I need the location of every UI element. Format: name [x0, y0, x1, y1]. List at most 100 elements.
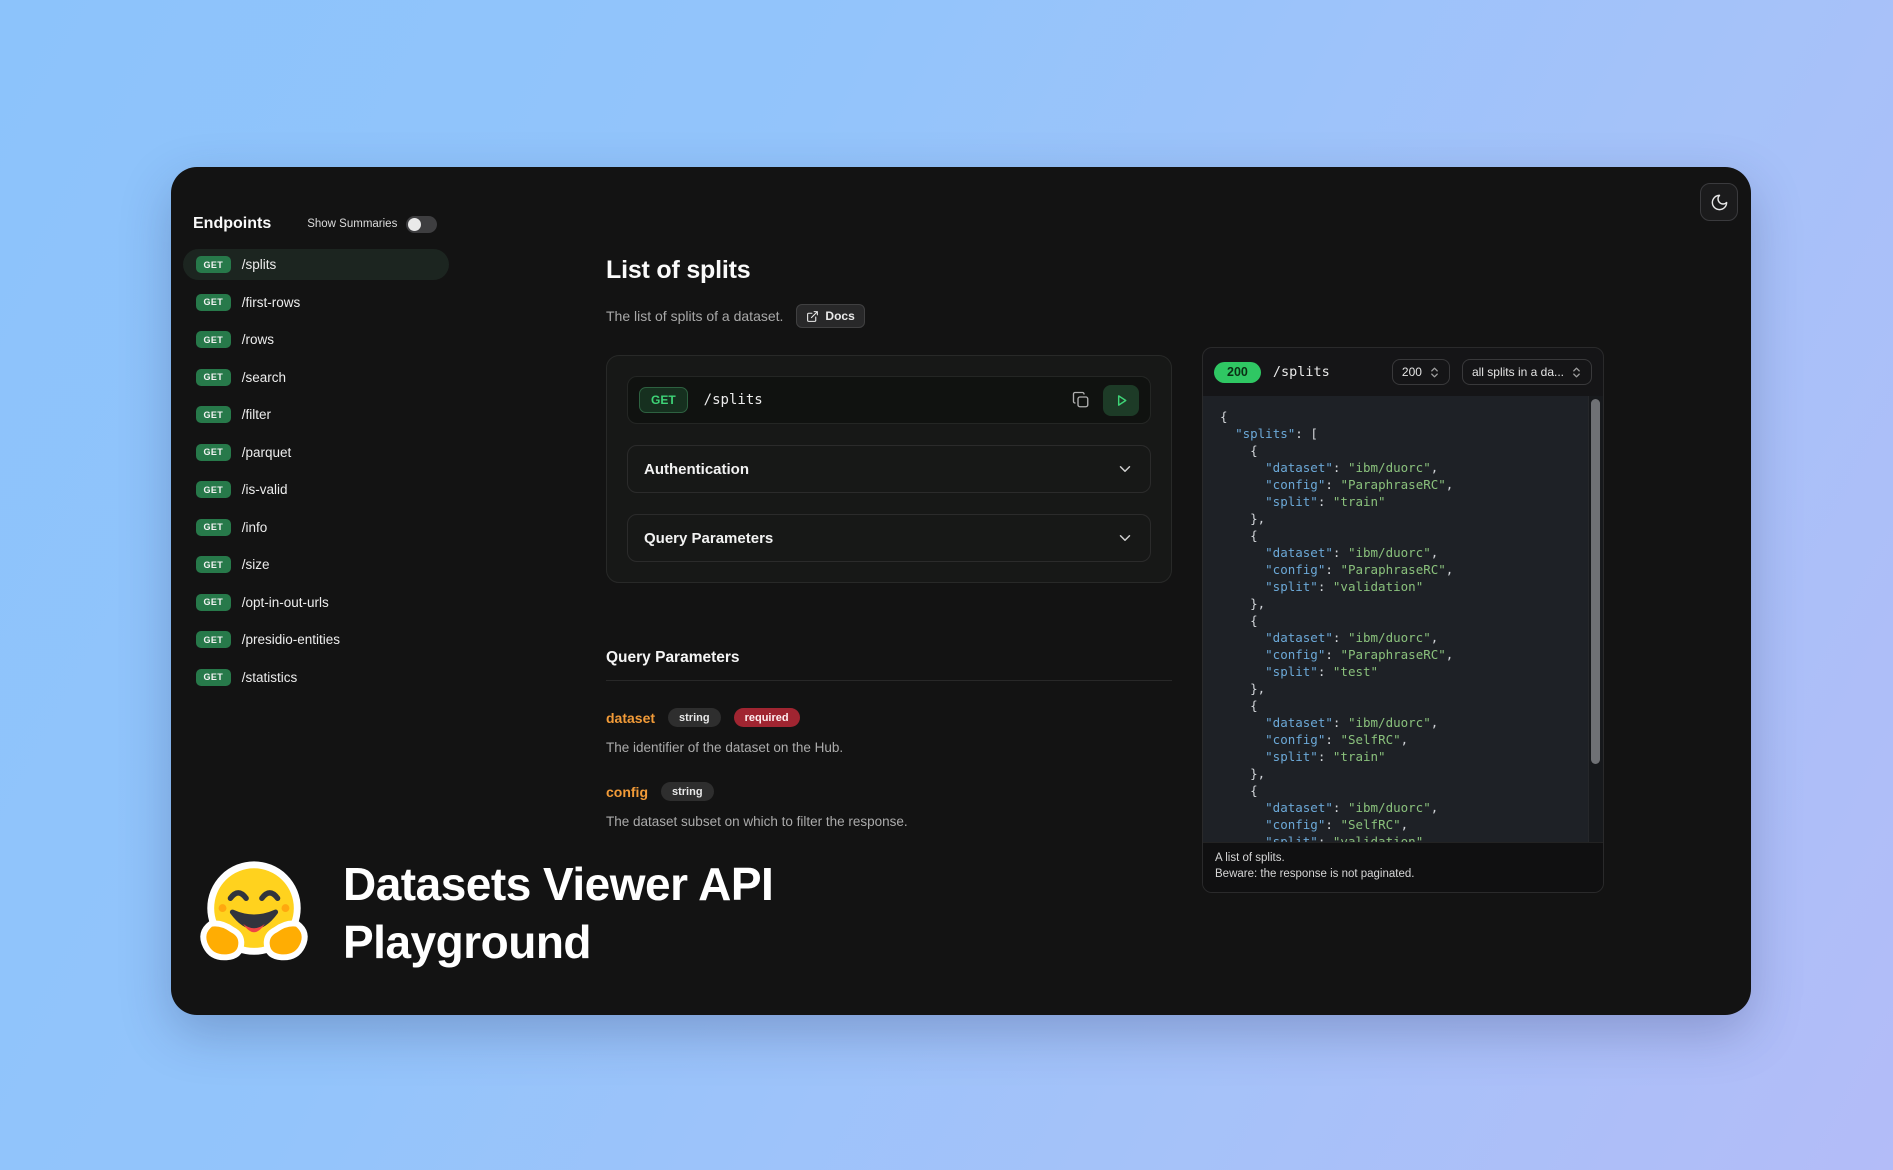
- scrollbar-track[interactable]: [1588, 396, 1603, 842]
- request-panel: GET /splits Authentication: [606, 355, 1172, 583]
- param-type-badge: string: [661, 782, 714, 801]
- sidebar-item-size[interactable]: GET/size: [183, 549, 449, 580]
- updown-chevrons-icon: [1429, 366, 1440, 379]
- play-icon: [1113, 392, 1130, 409]
- sidebar-title: Endpoints: [193, 215, 271, 233]
- json-line: "config": "SelfRC",: [1220, 816, 1577, 833]
- json-line: "splits": [: [1220, 425, 1577, 442]
- chevron-down-icon: [1116, 460, 1134, 478]
- hugging-face-logo: [195, 855, 313, 973]
- sidebar-item-info[interactable]: GET/info: [183, 512, 449, 543]
- status-code-select-value: 200: [1402, 365, 1422, 379]
- json-line: "split": "train": [1220, 493, 1577, 510]
- json-line: "dataset": "ibm/duorc",: [1220, 629, 1577, 646]
- response-body: { "splits": [ { "dataset": "ibm/duorc", …: [1203, 396, 1603, 842]
- endpoint-path: /rows: [242, 332, 274, 347]
- json-line: "split": "test": [1220, 663, 1577, 680]
- method-badge: GET: [196, 631, 231, 648]
- json-line: "dataset": "ibm/duorc",: [1220, 544, 1577, 561]
- response-header: 200 /splits 200 all splits in a da...: [1203, 348, 1603, 396]
- json-line: },: [1220, 595, 1577, 612]
- json-line: {: [1220, 612, 1577, 629]
- param-description: The dataset subset on which to filter th…: [606, 814, 1172, 829]
- json-line: },: [1220, 510, 1577, 527]
- method-badge: GET: [196, 331, 231, 348]
- brand-footer: Datasets Viewer API Playground: [195, 855, 773, 973]
- sidebar-item-search[interactable]: GET/search: [183, 362, 449, 393]
- theme-toggle-button[interactable]: [1700, 183, 1738, 221]
- endpoint-path: /size: [242, 557, 270, 572]
- param-row: config string: [606, 782, 1172, 801]
- param-name: dataset: [606, 710, 655, 726]
- toggle-knob: [408, 218, 421, 231]
- param-list: datasetstringrequiredThe identifier of t…: [606, 708, 1172, 829]
- response-path: /splits: [1273, 364, 1330, 380]
- json-line: {: [1220, 782, 1577, 799]
- status-badge: 200: [1214, 362, 1261, 383]
- json-line: {: [1220, 697, 1577, 714]
- page-title: List of splits: [606, 256, 1172, 285]
- json-line: "dataset": "ibm/duorc",: [1220, 799, 1577, 816]
- divider: [606, 680, 1172, 681]
- response-footer: A list of splits. Beware: the response i…: [1203, 842, 1603, 892]
- sidebar-item-filter[interactable]: GET/filter: [183, 399, 449, 430]
- method-badge: GET: [196, 519, 231, 536]
- scrollbar-thumb[interactable]: [1591, 399, 1600, 764]
- endpoint-path: /statistics: [242, 670, 298, 685]
- description-row: The list of splits of a dataset. Docs: [606, 304, 1172, 328]
- response-json: { "splits": [ { "dataset": "ibm/duorc", …: [1220, 408, 1577, 842]
- example-select[interactable]: all splits in a da...: [1462, 359, 1592, 385]
- json-line: "config": "ParaphraseRC",: [1220, 561, 1577, 578]
- json-line: "split": "train": [1220, 748, 1577, 765]
- json-line: "dataset": "ibm/duorc",: [1220, 459, 1577, 476]
- authentication-accordion[interactable]: Authentication: [627, 445, 1151, 493]
- sidebar-item-first-rows[interactable]: GET/first-rows: [183, 287, 449, 318]
- sidebar-item-splits[interactable]: GET/splits: [183, 249, 449, 280]
- show-summaries-toggle[interactable]: [406, 216, 437, 233]
- method-badge: GET: [196, 594, 231, 611]
- docs-button-label: Docs: [825, 309, 854, 323]
- method-badge: GET: [196, 256, 231, 273]
- json-line: "split": "validation": [1220, 833, 1577, 842]
- app-title: Datasets Viewer API Playground: [343, 856, 773, 972]
- sidebar-item-is-valid[interactable]: GET/is-valid: [183, 474, 449, 505]
- endpoint-path: /presidio-entities: [242, 632, 340, 647]
- external-link-icon: [806, 310, 819, 323]
- endpoint-path: /opt-in-out-urls: [242, 595, 329, 610]
- sidebar-item-parquet[interactable]: GET/parquet: [183, 437, 449, 468]
- json-line: "dataset": "ibm/duorc",: [1220, 714, 1577, 731]
- json-line: {: [1220, 442, 1577, 459]
- endpoint-path: /search: [242, 370, 286, 385]
- sidebar-item-statistics[interactable]: GET/statistics: [183, 662, 449, 693]
- endpoints-sidebar: Endpoints Show Summaries GET/splitsGET/f…: [183, 215, 463, 699]
- main-content: List of splits The list of splits of a d…: [606, 256, 1172, 829]
- copy-button[interactable]: [1065, 385, 1097, 415]
- app-title-line1: Datasets Viewer API: [343, 856, 773, 914]
- param-type-badge: string: [668, 708, 721, 727]
- param-name: config: [606, 784, 648, 800]
- query-parameters-accordion[interactable]: Query Parameters: [627, 514, 1151, 562]
- example-select-value: all splits in a da...: [1472, 365, 1564, 379]
- sidebar-item-presidio-entities[interactable]: GET/presidio-entities: [183, 624, 449, 655]
- status-code-select[interactable]: 200: [1392, 359, 1450, 385]
- response-footer-line: Beware: the response is not paginated.: [1215, 866, 1591, 883]
- app-title-line2: Playground: [343, 914, 773, 972]
- endpoint-path: /first-rows: [242, 295, 301, 310]
- method-badge: GET: [196, 369, 231, 386]
- request-method-badge: GET: [639, 387, 688, 413]
- method-badge: GET: [196, 556, 231, 573]
- endpoint-path: /parquet: [242, 445, 292, 460]
- sidebar-item-rows[interactable]: GET/rows: [183, 324, 449, 355]
- run-request-button[interactable]: [1103, 385, 1139, 416]
- method-badge: GET: [196, 444, 231, 461]
- endpoint-path: /is-valid: [242, 482, 288, 497]
- method-badge: GET: [196, 669, 231, 686]
- endpoint-path: /filter: [242, 407, 271, 422]
- endpoint-path: /splits: [242, 257, 277, 272]
- copy-icon: [1072, 391, 1090, 409]
- accordion-label: Authentication: [644, 461, 749, 478]
- request-bar: GET /splits: [627, 376, 1151, 424]
- docs-button[interactable]: Docs: [796, 304, 864, 328]
- sidebar-item-opt-in-out-urls[interactable]: GET/opt-in-out-urls: [183, 587, 449, 618]
- json-line: {: [1220, 408, 1577, 425]
